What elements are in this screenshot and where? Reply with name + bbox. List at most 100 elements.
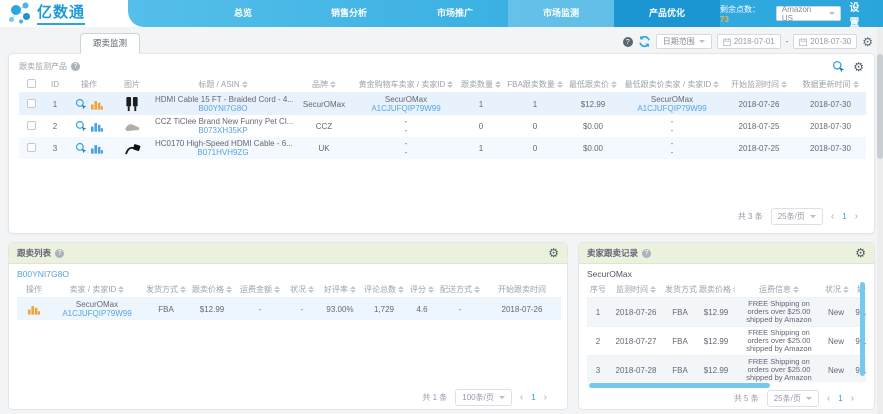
next-page-button[interactable]: › [544, 392, 547, 403]
search-filter-icon[interactable] [832, 60, 845, 73]
col-price[interactable]: 跟卖价格 [697, 282, 735, 298]
sort-icon[interactable] [843, 286, 849, 294]
vertical-scrollbar-thumb[interactable] [860, 282, 865, 376]
selected-asin-link[interactable]: B00YNI7G8O [17, 269, 559, 279]
chart-icon[interactable] [91, 121, 103, 132]
seller-id-link[interactable]: A1CJUFQIP79W99 [637, 104, 706, 113]
sort-icon[interactable] [474, 286, 480, 294]
prev-page-button[interactable]: ‹ [827, 393, 830, 404]
select-all-checkbox[interactable] [26, 79, 36, 88]
row-checkbox[interactable] [26, 120, 36, 130]
nav-item-market-monitor[interactable]: 市场监测 [508, 0, 614, 27]
col-reviews[interactable]: 评论总数 [361, 282, 407, 298]
date-start-input[interactable]: 2018-07-01 [716, 34, 781, 49]
sort-icon[interactable] [781, 81, 787, 89]
col-method[interactable]: 发货方式 [143, 282, 189, 298]
sort-icon[interactable] [350, 286, 356, 294]
page-number[interactable]: 1 [531, 393, 535, 402]
nav-item-product-optimization[interactable]: 产品优化 [614, 0, 720, 27]
col-score[interactable]: 评分 [407, 282, 437, 298]
row-checkbox[interactable] [26, 98, 36, 108]
next-page-button[interactable]: › [855, 211, 858, 222]
seller-id-link[interactable]: A1CJUFQIP79W99 [371, 104, 440, 113]
page-scrollbar-thumb[interactable] [877, 54, 883, 159]
cell-title-asin: HC0170 High-Speed HDMI Cable - 6... B071H… [153, 137, 293, 159]
sort-icon[interactable] [793, 286, 799, 294]
col-lowest-seller[interactable]: 最低跟卖价卖家 / 卖家ID [621, 77, 723, 93]
view-detail-icon[interactable] [75, 120, 87, 132]
col-price[interactable]: 跟卖价格 [189, 282, 235, 298]
sort-icon[interactable] [180, 286, 186, 294]
row-checkbox[interactable] [26, 142, 36, 152]
nav-item-overview[interactable]: 总览 [190, 0, 296, 27]
sort-icon[interactable] [274, 286, 280, 294]
page-size-select[interactable]: 25条/页 [770, 208, 823, 225]
sort-icon[interactable] [428, 286, 434, 294]
col-update-time[interactable]: 数据更新时间 [795, 77, 866, 93]
refresh-icon[interactable] [638, 35, 651, 48]
asin-link[interactable]: B073XH35KP [198, 126, 247, 135]
tab-follow-monitor[interactable]: 跟卖监测 [80, 33, 141, 54]
col-time[interactable]: 监测时间 [609, 282, 663, 298]
sort-icon[interactable] [650, 286, 656, 294]
asin-link[interactable]: B071HVH9ZG [197, 148, 248, 157]
view-detail-icon[interactable] [75, 142, 87, 154]
gear-icon[interactable]: ⚙ [548, 247, 559, 259]
page-size-select[interactable]: 25条/页 [766, 390, 819, 407]
sort-icon[interactable] [226, 286, 232, 294]
page-number[interactable]: 1 [842, 212, 846, 221]
nav-item-marketing[interactable]: 市场推广 [402, 0, 508, 27]
col-condition[interactable]: 状况 [285, 282, 319, 298]
col-lowest-price[interactable]: 最低跟卖价 [565, 77, 621, 93]
store-select[interactable]: Amazon US [775, 5, 842, 23]
page-number[interactable]: 1 [838, 394, 842, 403]
date-end-input[interactable]: 2018-07-30 [793, 34, 858, 49]
help-icon[interactable]: ? [55, 248, 65, 258]
sort-icon[interactable] [713, 81, 720, 89]
sort-icon[interactable] [241, 81, 248, 89]
col-ship[interactable]: 运费信息 [735, 282, 823, 298]
gear-icon[interactable]: ⚙ [862, 36, 873, 48]
help-icon[interactable]: ? [71, 62, 80, 71]
col-brand[interactable]: 品牌 [293, 77, 355, 93]
sort-icon[interactable] [611, 81, 617, 89]
gear-icon[interactable]: ⚙ [855, 247, 866, 259]
col-method[interactable]: 发货方式 [663, 282, 697, 298]
help-icon[interactable]: ? [622, 36, 633, 47]
page-size-select[interactable]: 100条/页 [455, 389, 512, 406]
next-page-button[interactable]: › [851, 393, 854, 404]
col-title-asin[interactable]: 标题 / ASIN [153, 77, 293, 93]
sort-icon[interactable] [495, 81, 501, 89]
nav-item-sales-analysis[interactable]: 销售分析 [296, 0, 402, 27]
help-icon[interactable]: ? [642, 248, 652, 258]
col-buybox-seller[interactable]: 黄金购物车卖家 / 卖家ID [355, 77, 457, 93]
chart-icon[interactable] [91, 143, 103, 154]
settings-button[interactable]: 设置 [849, 0, 869, 29]
col-follow-count[interactable]: 跟卖数量 [457, 77, 505, 93]
sort-icon[interactable] [852, 81, 859, 89]
sort-icon[interactable] [330, 81, 336, 89]
sort-icon[interactable] [398, 286, 404, 294]
gear-icon[interactable]: ⚙ [853, 61, 864, 73]
col-delivery[interactable]: 配送方式 [437, 282, 483, 298]
sort-icon[interactable] [447, 81, 454, 89]
col-fba-count[interactable]: FBA跟卖数量 [505, 77, 565, 93]
col-fee[interactable]: 运费金额 [235, 282, 285, 298]
view-detail-icon[interactable] [75, 98, 87, 110]
prev-page-button[interactable]: ‹ [831, 211, 834, 222]
page-scrollbar[interactable] [877, 28, 883, 414]
date-range-button[interactable]: 日期范围 [655, 34, 712, 49]
prev-page-button[interactable]: ‹ [520, 392, 523, 403]
chart-icon[interactable] [91, 99, 103, 110]
sort-icon[interactable] [733, 286, 735, 294]
col-seller[interactable]: 卖家 / 卖家ID [51, 282, 143, 298]
col-rate[interactable]: 好评率 [319, 282, 361, 298]
sort-icon[interactable] [308, 286, 314, 294]
col-condition[interactable]: 状况 [823, 282, 849, 298]
sort-icon[interactable] [556, 81, 563, 89]
asin-link[interactable]: B00YNI7G8O [199, 104, 248, 113]
col-start-time[interactable]: 开始监测时间 [723, 77, 795, 93]
chart-icon[interactable] [28, 304, 40, 315]
sort-icon[interactable] [118, 286, 125, 294]
seller-id-link[interactable]: A1CJUFQIP79W99 [62, 309, 131, 318]
